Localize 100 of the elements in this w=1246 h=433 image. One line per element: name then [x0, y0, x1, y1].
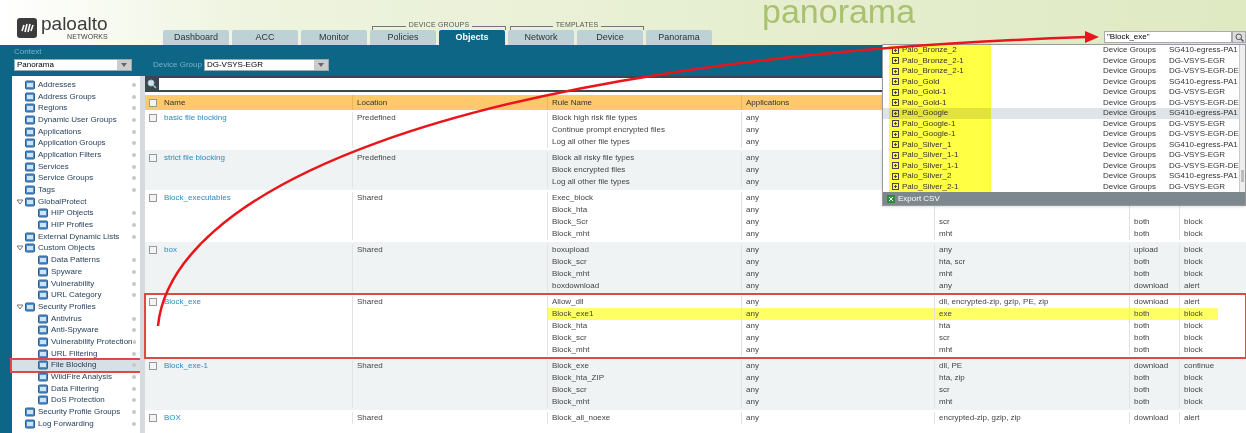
nav-tab[interactable]: ACC	[232, 30, 298, 45]
expand-plus-icon[interactable]	[892, 130, 899, 138]
sidebar-item[interactable]: Application Groups	[12, 137, 140, 150]
collapse-triangle-icon[interactable]	[16, 244, 24, 253]
checkbox[interactable]	[148, 246, 157, 254]
sidebar-item[interactable]: Antivirus	[12, 312, 140, 325]
search-result-row[interactable]: Palo_Gold Device Groups SG410-egress-PA1	[883, 76, 1239, 87]
location-cell: Shared	[357, 245, 383, 254]
search-result-row[interactable]: Palo_Silver_2 Device Groups SG410-egress-PA1	[883, 171, 1239, 182]
sidebar-item[interactable]: Services	[12, 160, 140, 173]
direction-cell: both	[1134, 309, 1150, 318]
sidebar-item[interactable]: File Blocking	[12, 359, 140, 372]
nav-tab[interactable]: Network	[508, 30, 574, 45]
sidebar-item[interactable]: DoS Protection	[12, 394, 140, 407]
file-types-cell: scr	[939, 385, 950, 394]
sidebar-item[interactable]: HIP Objects	[12, 207, 140, 220]
collapse-triangle-icon[interactable]	[16, 197, 24, 206]
object-icon	[25, 418, 35, 429]
action-cell: block	[1184, 257, 1203, 266]
search-result-row[interactable]: Palo_Google-1 Device Groups DG-VSYS-EGR	[883, 118, 1239, 129]
search-result-row[interactable]: Palo_Bronze_2-1 Device Groups DG-VSYS-EGR	[883, 55, 1239, 66]
checkbox[interactable]	[148, 98, 157, 107]
action-cell: continue	[1184, 361, 1215, 370]
sidebar-item[interactable]: Applications	[12, 125, 140, 138]
sidebar-item[interactable]: Log Forwarding	[12, 417, 140, 430]
result-location: Device Groups	[1103, 44, 1157, 57]
rule-name-cell: Exec_block	[552, 193, 593, 202]
applications-cell: any	[746, 413, 759, 422]
action-cell: block	[1184, 397, 1203, 406]
checkbox[interactable]	[148, 362, 157, 370]
sidebar-item[interactable]: Vulnerability	[12, 277, 140, 290]
sidebar-item[interactable]: Addresses	[12, 79, 140, 91]
search-result-row[interactable]: Palo_Bronze_2 Device Groups SG410-egress-PA1	[883, 45, 1239, 56]
sidebar-item[interactable]: WildFire Analysis	[12, 371, 140, 383]
expand-plus-icon[interactable]	[892, 141, 899, 149]
applications-cell: any	[746, 153, 759, 162]
search-result-row[interactable]: Palo_Google Device Groups SG410-egress-PA1	[883, 108, 1239, 119]
search-result-row[interactable]: Palo_Silver_1-1 Device Groups DG-VSYS-EGR-DE	[883, 160, 1239, 171]
result-device-group: SG410-egress-PA1	[1169, 107, 1238, 120]
expand-plus-icon[interactable]	[892, 183, 899, 191]
sidebar-item[interactable]: Vulnerability Protection	[12, 336, 140, 348]
sidebar-item[interactable]: Anti-Spyware	[12, 324, 140, 337]
sidebar-item[interactable]: Custom Objects	[12, 242, 140, 255]
sidebar-item[interactable]: Data Filtering	[12, 382, 140, 395]
expand-plus-icon[interactable]	[892, 151, 899, 159]
expand-plus-icon[interactable]	[892, 46, 899, 54]
global-search-field[interactable]: "Block_exe"	[1104, 31, 1232, 43]
sidebar-item[interactable]: Regions	[12, 102, 140, 115]
nav-tab[interactable]: Objects	[439, 30, 505, 45]
sidebar-item[interactable]: Application Filters	[12, 149, 140, 161]
search-result-row[interactable]: Palo_Google-1 Device Groups DG-VSYS-EGR-DE	[883, 129, 1239, 140]
sidebar-item[interactable]: URL Filtering	[12, 347, 140, 360]
expand-plus-icon[interactable]	[892, 57, 899, 65]
sidebar-item[interactable]: Data Patterns	[12, 254, 140, 266]
search-result-row[interactable]: Palo_Bronze_2-1 Device Groups DG-VSYS-EGR-DE	[883, 66, 1239, 77]
applications-cell: any	[746, 205, 759, 214]
search-button[interactable]	[1232, 31, 1246, 43]
sidebar-item[interactable]: Tags	[12, 184, 140, 196]
expand-plus-icon[interactable]	[892, 78, 899, 86]
checkbox[interactable]	[148, 154, 157, 162]
expand-plus-icon[interactable]	[892, 67, 899, 75]
logo-icon	[17, 17, 37, 38]
checkbox[interactable]	[148, 114, 157, 122]
device-group-select[interactable]: DG-VSYS-EGR	[203, 59, 329, 71]
search-result-row[interactable]: Palo_Silver_1-1 Device Groups DG-VSYS-EGR	[883, 150, 1239, 161]
expand-plus-icon[interactable]	[892, 88, 899, 96]
device-group-label: Device Group	[153, 59, 202, 71]
file-types-cell: scr	[939, 333, 950, 342]
collapse-triangle-icon[interactable]	[16, 302, 24, 311]
expand-plus-icon[interactable]	[892, 120, 899, 128]
sidebar-item[interactable]: HIP Profiles	[12, 219, 140, 231]
expand-plus-icon[interactable]	[892, 162, 899, 170]
search-result-row[interactable]: Palo_Gold-1 Device Groups DG-VSYS-EGR-DE	[883, 97, 1239, 108]
sidebar-item[interactable]: Address Groups	[12, 90, 140, 103]
result-name: Palo_Silver_2-1	[902, 180, 959, 193]
search-result-row[interactable]: Palo_Silver_1 Device Groups SG410-egress-PA1	[883, 139, 1239, 150]
sidebar-item[interactable]: External Dynamic Lists	[12, 230, 140, 243]
sidebar-item[interactable]: GlobalProtect	[12, 195, 140, 208]
search-result-row[interactable]: Palo_Silver_2-1 Device Groups DG-VSYS-EGR	[883, 181, 1239, 192]
sidebar-item[interactable]: Service Groups	[12, 172, 140, 185]
context-select[interactable]: Panorama	[14, 59, 132, 71]
checkbox[interactable]	[148, 298, 157, 306]
nav-tab[interactable]: Dashboard	[163, 30, 229, 45]
sidebar-item[interactable]: Dynamic User Groups	[12, 114, 140, 126]
expand-plus-icon[interactable]	[892, 109, 899, 117]
nav-tab[interactable]: Policies	[370, 30, 436, 45]
direction-cell: both	[1134, 397, 1150, 406]
expand-plus-icon[interactable]	[892, 172, 899, 180]
nav-tab[interactable]: Monitor	[301, 30, 367, 45]
sidebar-item[interactable]: Security Profile Groups	[12, 406, 140, 418]
sidebar-item[interactable]: Security Profiles	[12, 301, 140, 313]
sidebar-item[interactable]: URL Category	[12, 289, 140, 302]
nav-tab[interactable]: Panorama	[646, 30, 712, 45]
expand-plus-icon[interactable]	[892, 99, 899, 107]
search-result-row[interactable]: Palo_Gold-1 Device Groups DG-VSYS-EGR	[883, 87, 1239, 98]
checkbox[interactable]	[148, 414, 157, 422]
sidebar-item[interactable]: Spyware	[12, 266, 140, 278]
nav-tab[interactable]: Device	[577, 30, 643, 45]
export-csv-button[interactable]: Export CSV	[883, 192, 1245, 205]
checkbox[interactable]	[148, 194, 157, 202]
